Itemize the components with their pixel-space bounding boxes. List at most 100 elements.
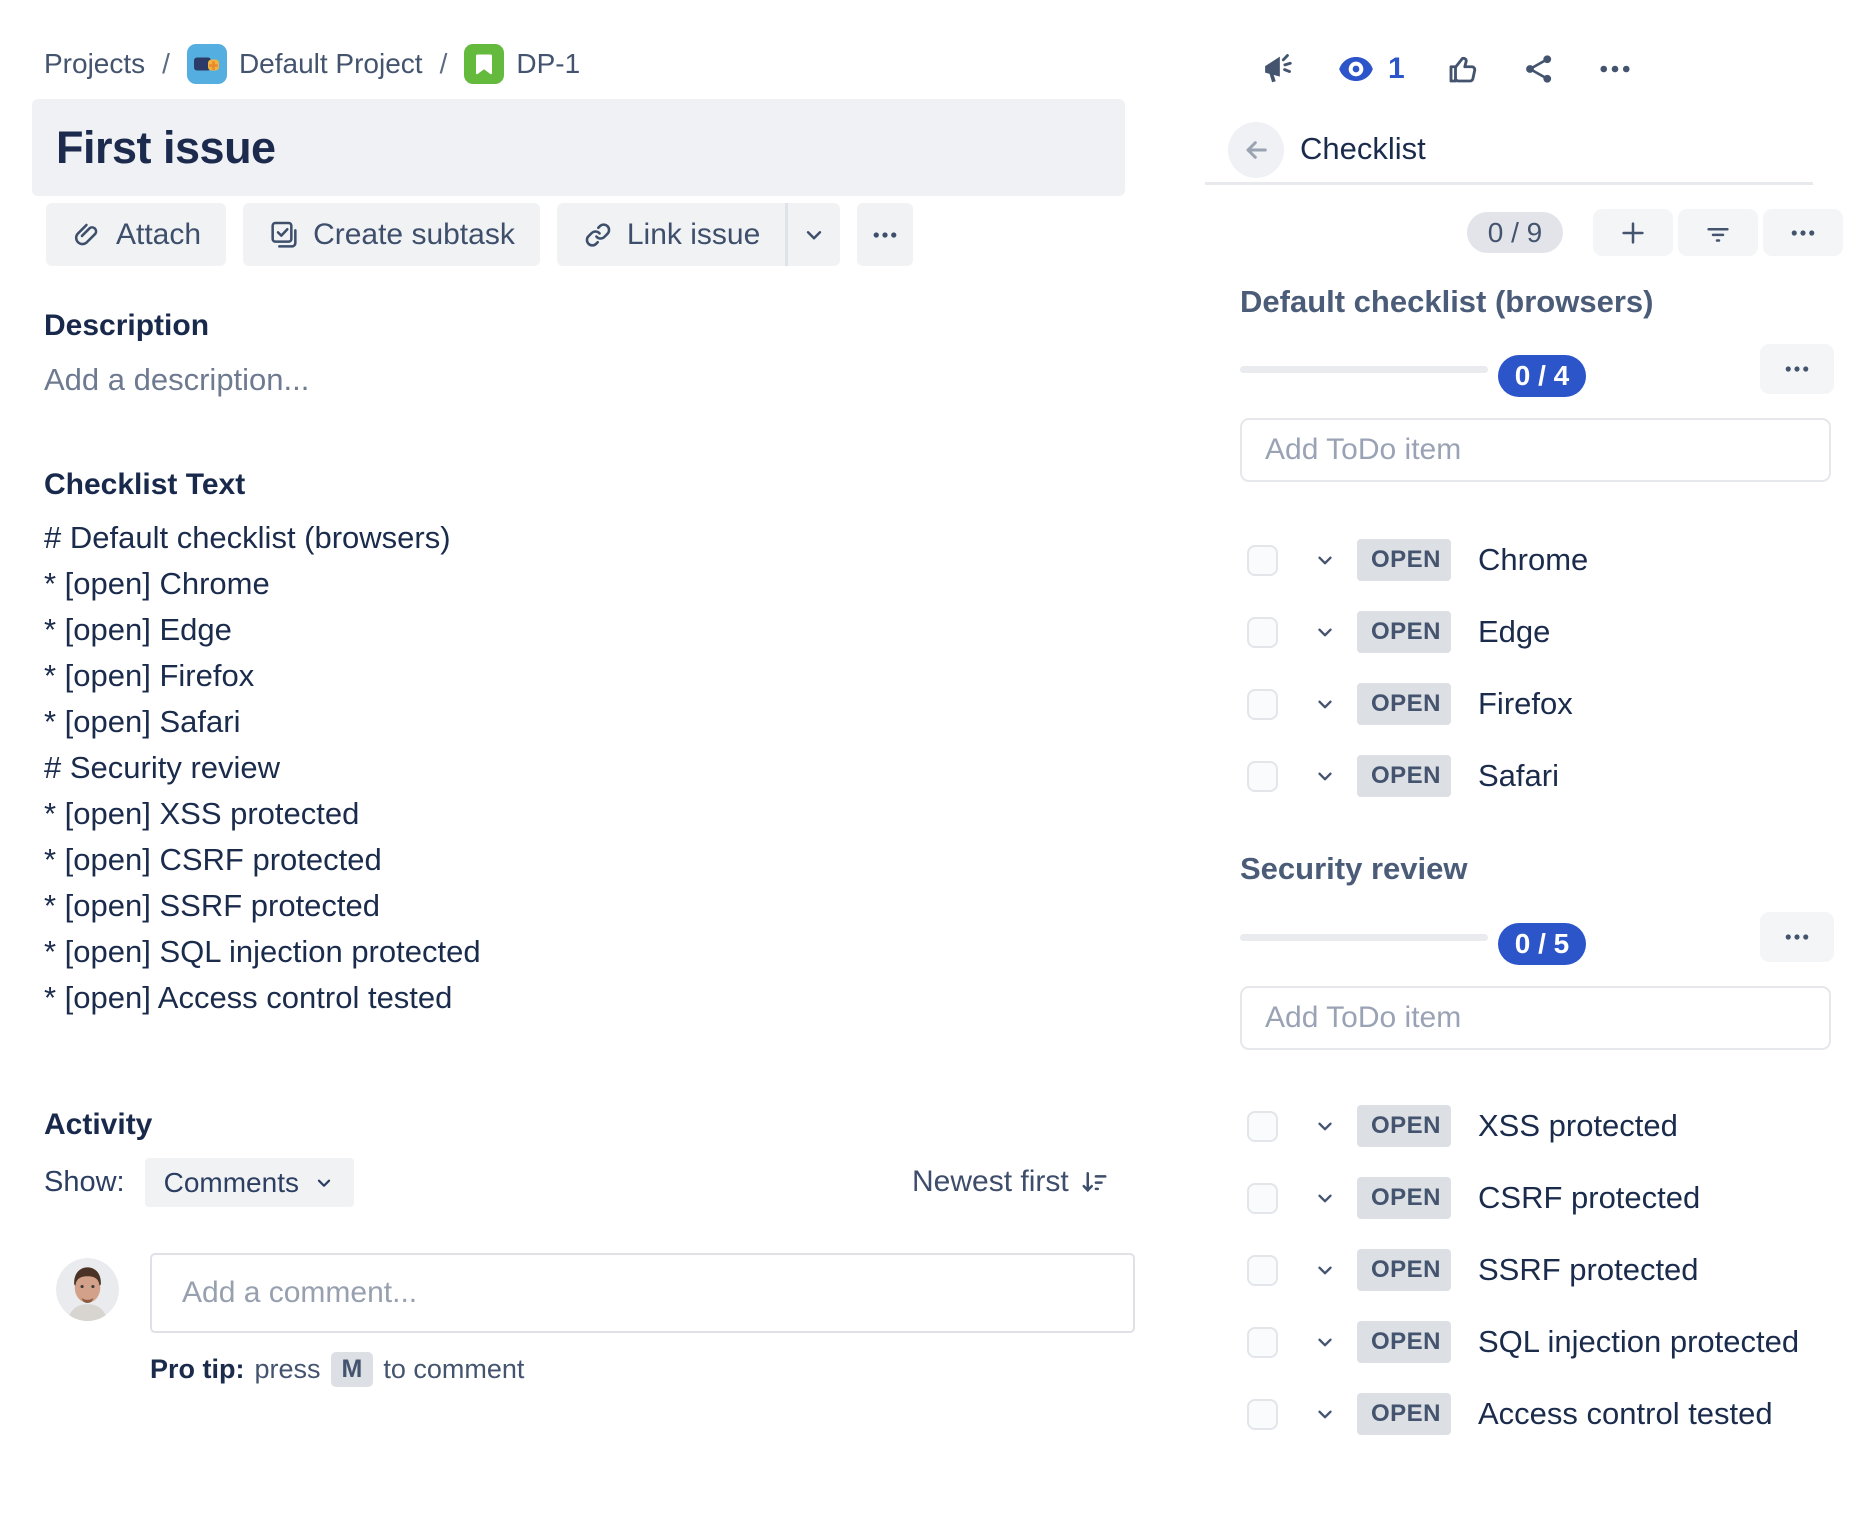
add-todo-input[interactable] — [1240, 418, 1831, 482]
item-checkbox[interactable] — [1247, 761, 1278, 792]
ellipsis-icon — [870, 220, 900, 250]
attach-button[interactable]: Attach — [46, 203, 226, 266]
like-button[interactable] — [1445, 51, 1481, 87]
checklist-item-label[interactable]: Chrome — [1478, 542, 1588, 578]
checklist-item-row: OPEN CSRF protected — [1240, 1162, 1833, 1234]
issue-title-field[interactable]: First issue — [32, 99, 1125, 196]
project-avatar-icon — [187, 44, 227, 84]
issue-header-actions: 1 — [1258, 45, 1633, 93]
checklist-item-row: OPEN Chrome — [1240, 524, 1833, 596]
status-badge[interactable]: OPEN — [1357, 755, 1451, 797]
checklist-item-label[interactable]: CSRF protected — [1478, 1180, 1700, 1216]
item-checkbox[interactable] — [1247, 1327, 1278, 1358]
item-checkbox[interactable] — [1247, 1399, 1278, 1430]
status-badge[interactable]: OPEN — [1357, 683, 1451, 725]
breadcrumb-project-label: Default Project — [239, 48, 423, 80]
item-checkbox[interactable] — [1247, 1111, 1278, 1142]
breadcrumb-separator: / — [440, 48, 448, 80]
section-heading: Security review — [1240, 851, 1467, 887]
more-button[interactable] — [1597, 51, 1633, 87]
megaphone-icon — [1258, 50, 1296, 88]
chevron-down-icon[interactable] — [1314, 1403, 1336, 1425]
panel-filter-button[interactable] — [1678, 209, 1758, 256]
link-issue-dropdown[interactable] — [785, 203, 840, 266]
issue-title: First issue — [56, 122, 276, 174]
status-badge[interactable]: OPEN — [1357, 1177, 1451, 1219]
checklist-item-label[interactable]: Firefox — [1478, 686, 1573, 722]
chevron-down-icon[interactable] — [1314, 621, 1336, 643]
item-checkbox[interactable] — [1247, 545, 1278, 576]
breadcrumb-project[interactable]: Default Project — [187, 44, 423, 84]
sort-descending-icon — [1079, 1167, 1109, 1197]
checklist-text-line: * [open] Edge — [44, 607, 481, 653]
panel-back-button[interactable] — [1228, 122, 1284, 178]
section-more-button[interactable] — [1760, 912, 1834, 962]
checklist-item-label[interactable]: Edge — [1478, 614, 1550, 650]
arrow-left-icon — [1240, 134, 1272, 166]
announcement-button[interactable] — [1258, 50, 1296, 88]
watch-count: 1 — [1388, 52, 1405, 86]
breadcrumb-issue[interactable]: DP-1 — [464, 44, 580, 84]
panel-more-button[interactable] — [1763, 209, 1843, 256]
breadcrumb: Projects / Default Project / DP-1 — [44, 44, 580, 84]
status-badge[interactable]: OPEN — [1357, 1105, 1451, 1147]
share-icon — [1521, 51, 1557, 87]
chevron-down-icon[interactable] — [1314, 549, 1336, 571]
ellipsis-icon — [1597, 51, 1633, 87]
add-todo-input[interactable] — [1240, 986, 1831, 1050]
checklist-text-line: * [open] CSRF protected — [44, 837, 481, 883]
issue-toolbar: Attach Create subtask Link issue — [46, 203, 913, 266]
breadcrumb-separator: / — [162, 48, 170, 80]
item-checkbox[interactable] — [1247, 617, 1278, 648]
checklist-item-label[interactable]: XSS protected — [1478, 1108, 1678, 1144]
chevron-down-icon[interactable] — [1314, 1115, 1336, 1137]
comment-input[interactable] — [150, 1253, 1135, 1333]
chevron-down-icon[interactable] — [1314, 1259, 1336, 1281]
checklist-item-label[interactable]: Safari — [1478, 758, 1559, 794]
watch-button[interactable]: 1 — [1336, 49, 1405, 89]
checklist-item-label[interactable]: SSRF protected — [1478, 1252, 1699, 1288]
section-count-badge: 0 / 4 — [1498, 355, 1586, 397]
more-actions-button[interactable] — [857, 203, 913, 266]
checklist-item-row: OPEN SSRF protected — [1240, 1234, 1833, 1306]
section-more-button[interactable] — [1760, 344, 1834, 394]
protip-post: to comment — [383, 1354, 524, 1385]
item-checkbox[interactable] — [1247, 1183, 1278, 1214]
checklist-text-line: * [open] Access control tested — [44, 975, 481, 1021]
checklist-text-block[interactable]: # Default checklist (browsers) * [open] … — [44, 515, 481, 1021]
chevron-down-icon — [801, 222, 827, 248]
attach-label: Attach — [116, 218, 201, 252]
status-badge[interactable]: OPEN — [1357, 539, 1451, 581]
status-badge[interactable]: OPEN — [1357, 611, 1451, 653]
activity-show-row: Show: Comments — [44, 1158, 354, 1207]
description-heading: Description — [44, 309, 209, 343]
link-issue-button[interactable]: Link issue — [557, 203, 785, 266]
chevron-down-icon[interactable] — [1314, 765, 1336, 787]
checklist-item-label[interactable]: SQL injection protected — [1478, 1324, 1799, 1360]
chevron-down-icon[interactable] — [1314, 1187, 1336, 1209]
protip-pre: press — [255, 1354, 321, 1385]
activity-filter-select[interactable]: Comments — [145, 1158, 354, 1207]
story-type-icon — [464, 44, 504, 84]
sort-order-button[interactable]: Newest first — [912, 1165, 1109, 1199]
link-icon — [582, 219, 614, 251]
item-checkbox[interactable] — [1247, 1255, 1278, 1286]
avatar[interactable] — [56, 1258, 119, 1321]
chevron-down-icon[interactable] — [1314, 693, 1336, 715]
checklist-item-label[interactable]: Access control tested — [1478, 1396, 1773, 1432]
item-checkbox[interactable] — [1247, 689, 1278, 720]
panel-add-button[interactable] — [1593, 209, 1673, 256]
protip-bold: Pro tip: — [150, 1354, 245, 1385]
create-subtask-button[interactable]: Create subtask — [243, 203, 540, 266]
checklist-item-row: OPEN Firefox — [1240, 668, 1833, 740]
chevron-down-icon[interactable] — [1314, 1331, 1336, 1353]
ellipsis-icon — [1783, 355, 1811, 383]
keycap-m: M — [331, 1352, 374, 1387]
breadcrumb-projects[interactable]: Projects — [44, 48, 145, 80]
description-placeholder[interactable]: Add a description... — [44, 362, 309, 398]
status-badge[interactable]: OPEN — [1357, 1321, 1451, 1363]
share-button[interactable] — [1521, 51, 1557, 87]
status-badge[interactable]: OPEN — [1357, 1393, 1451, 1435]
checklist-item-row: OPEN Access control tested — [1240, 1378, 1833, 1450]
status-badge[interactable]: OPEN — [1357, 1249, 1451, 1291]
